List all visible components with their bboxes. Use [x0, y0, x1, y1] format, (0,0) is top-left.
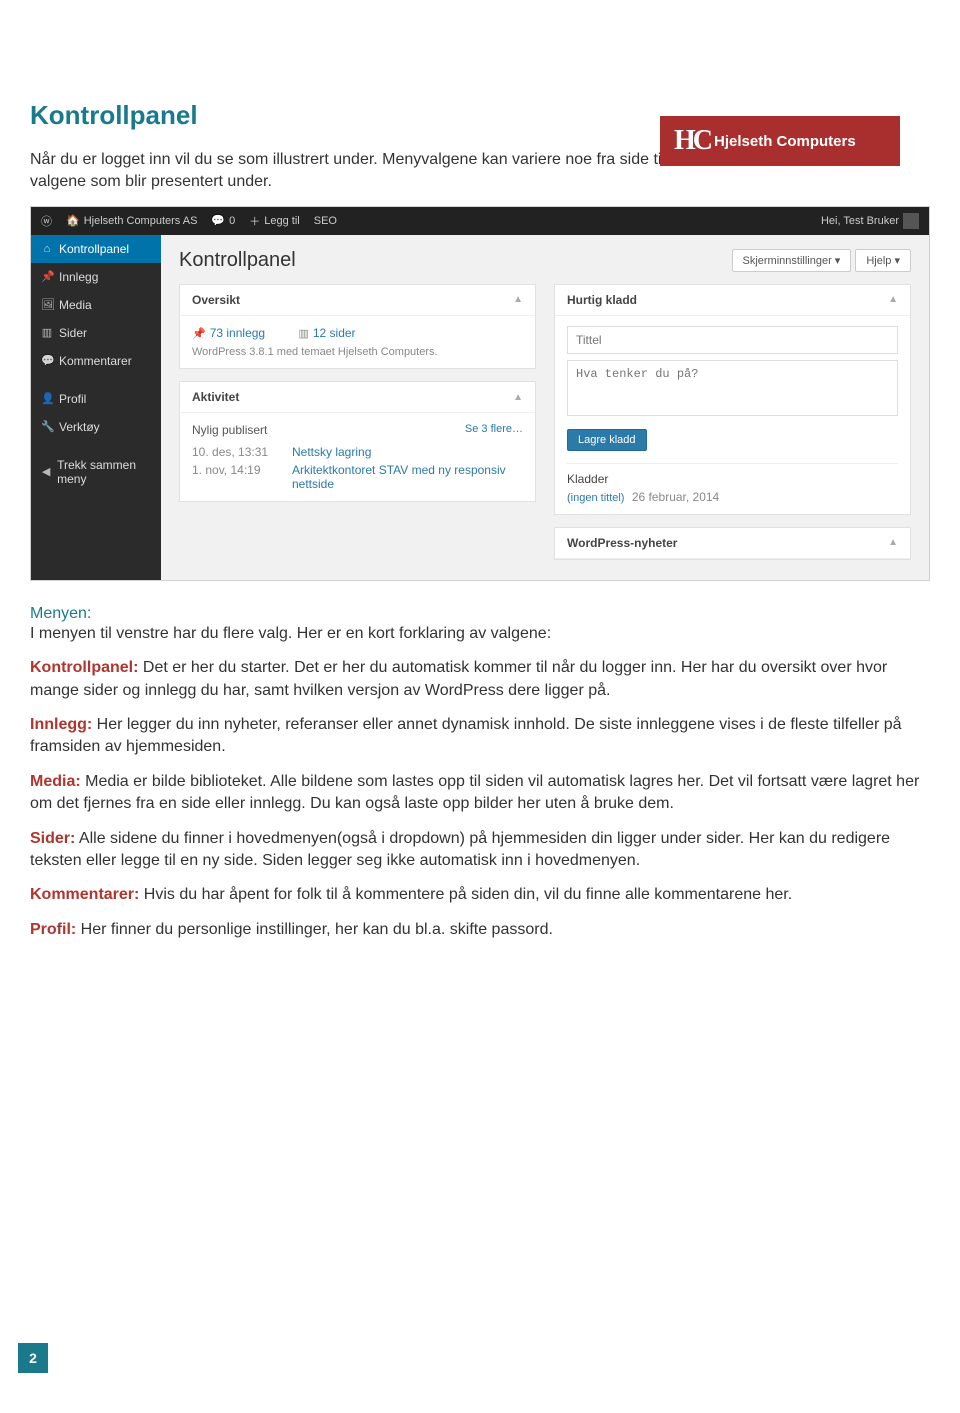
comments-icon: 💬 — [41, 354, 53, 367]
comments-link[interactable]: 💬 0 — [211, 214, 235, 227]
draft-link[interactable]: (ingen tittel) — [567, 492, 624, 504]
tools-icon: 🔧 — [41, 420, 53, 433]
panel-wordpress-news: WordPress-nyheter ▲ — [554, 527, 911, 560]
quick-draft-body-input[interactable] — [567, 360, 898, 416]
sidebar-item-media[interactable]: 🖼Media — [31, 291, 161, 319]
sidebar-collapse[interactable]: ◀Trekk sammen meny — [31, 451, 161, 493]
wp-admin-bar: ⓦ 🏠 Hjelseth Computers AS 💬 0 ＋ Legg til… — [31, 207, 929, 235]
wp-sidebar: ⌂Kontrollpanel 📌Innlegg 🖼Media ▥Sider 💬K… — [31, 235, 161, 580]
desc-kommentarer: Kommentarer: Hvis du har åpent for folk … — [30, 884, 930, 906]
user-greeting[interactable]: Hei, Test Bruker — [821, 213, 919, 229]
activity-link[interactable]: Nettsky lagring — [292, 445, 523, 459]
activity-time: 1. nov, 14:19 — [192, 463, 282, 491]
screen-options-tab[interactable]: Skjerminnstillinger ▾ — [732, 249, 852, 272]
desc-profil: Profil: Her finner du personlige instill… — [30, 919, 930, 941]
drafts-label: Kladder — [567, 472, 898, 486]
desc-media: Media: Media er bilde biblioteket. Alle … — [30, 771, 930, 816]
desc-sider: Sider: Alle sidene du finner i hovedmeny… — [30, 828, 930, 873]
panel-title-label: Aktivitet — [192, 390, 239, 404]
save-draft-button[interactable]: Lagre kladd — [567, 429, 647, 451]
sidebar-item-innlegg[interactable]: 📌Innlegg — [31, 263, 161, 291]
menyen-label: Menyen: — [30, 605, 930, 623]
panel-title-label: Hurtig kladd — [567, 293, 637, 307]
posts-count-link[interactable]: 📌73 innlegg — [192, 326, 265, 340]
sidebar-item-kontrollpanel[interactable]: ⌂Kontrollpanel — [31, 235, 161, 263]
seo-link[interactable]: SEO — [314, 215, 337, 227]
collapse-icon: ◀ — [41, 465, 51, 478]
activity-link[interactable]: Arkitektkontoret STAV med ny responsiv n… — [292, 463, 523, 491]
wp-version-text: WordPress 3.8.1 med temaet Hjelseth Comp… — [192, 346, 523, 358]
wp-page-heading: Kontrollpanel — [179, 249, 296, 272]
panel-aktivitet: Aktivitet ▲ Nylig publisert Se 3 flere… 1… — [179, 381, 536, 502]
desc-innlegg: Innlegg: Her legger du inn nyheter, refe… — [30, 714, 930, 759]
panel-title-label: WordPress-nyheter — [567, 536, 677, 550]
panel-hurtig-kladd: Hurtig kladd ▲ Lagre kladd Kladder (ingen… — [554, 284, 911, 515]
activity-time: 10. des, 13:31 — [192, 445, 282, 459]
help-tab[interactable]: Hjelp ▾ — [855, 249, 911, 272]
site-name-link[interactable]: 🏠 Hjelseth Computers AS — [66, 214, 197, 227]
add-new-link[interactable]: ＋ Legg til — [249, 213, 299, 229]
quick-draft-title-input[interactable] — [567, 326, 898, 354]
see-more-link[interactable]: Se 3 flere… — [465, 423, 523, 437]
pages-icon: ▥ — [41, 326, 53, 339]
sidebar-item-sider[interactable]: ▥Sider — [31, 319, 161, 347]
wp-logo-icon[interactable]: ⓦ — [41, 213, 52, 229]
brand-text: Hjelseth Computers — [714, 133, 856, 150]
sidebar-item-kommentarer[interactable]: 💬Kommentarer — [31, 347, 161, 375]
page-number: 2 — [18, 1343, 48, 1373]
profile-icon: 👤 — [41, 392, 53, 405]
sidebar-item-verktoy[interactable]: 🔧Verktøy — [31, 413, 161, 441]
panel-oversikt: Oversikt ▲ 📌73 innlegg ▥12 sider WordPres… — [179, 284, 536, 370]
media-icon: 🖼 — [41, 298, 53, 311]
pages-icon: ▥ — [298, 327, 308, 340]
wp-content-area: Kontrollpanel Skjerminnstillinger ▾ Hjel… — [161, 235, 929, 580]
desc-kontrollpanel: Kontrollpanel: Det er her du starter. De… — [30, 657, 930, 702]
pin-icon: 📌 — [192, 327, 206, 340]
draft-date: 26 februar, 2014 — [632, 490, 719, 504]
avatar-icon — [903, 213, 919, 229]
sidebar-item-profil[interactable]: 👤Profil — [31, 385, 161, 413]
brand-badge: HC Hjelseth Computers — [660, 116, 900, 166]
panel-title-label: Oversikt — [192, 293, 240, 307]
collapse-icon[interactable]: ▲ — [888, 537, 898, 548]
recent-label: Nylig publisert — [192, 423, 267, 437]
brand-logo: HC — [674, 125, 710, 157]
collapse-icon[interactable]: ▲ — [513, 294, 523, 305]
collapse-icon[interactable]: ▲ — [513, 392, 523, 403]
pages-count-link[interactable]: ▥12 sider — [298, 326, 355, 340]
dashboard-icon: ⌂ — [41, 243, 53, 255]
wp-screenshot: ⓦ 🏠 Hjelseth Computers AS 💬 0 ＋ Legg til… — [30, 206, 930, 581]
menyen-intro: I menyen til venstre har du flere valg. … — [30, 623, 930, 645]
collapse-icon[interactable]: ▲ — [888, 294, 898, 305]
pin-icon: 📌 — [41, 270, 53, 283]
